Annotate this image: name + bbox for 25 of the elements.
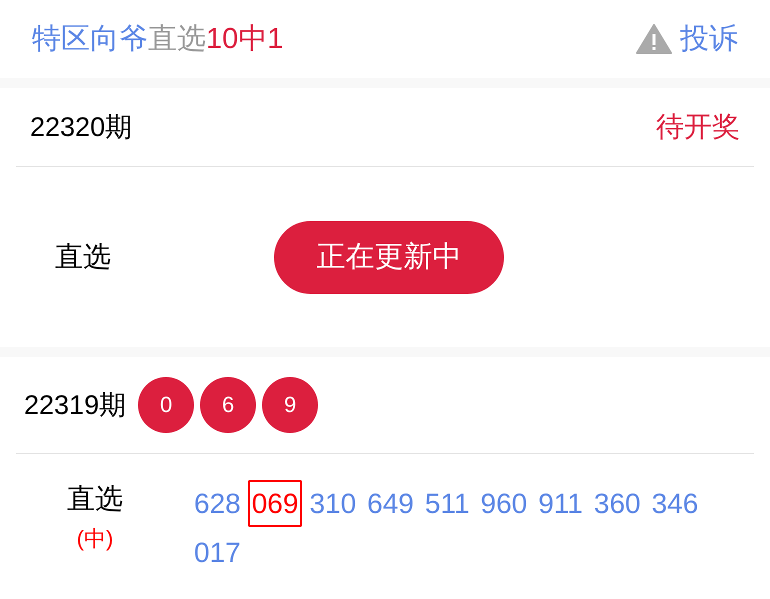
bet-type-label: 直选 <box>55 240 111 274</box>
pick-number: 310 <box>308 487 358 521</box>
pick-number: 911 <box>537 487 584 521</box>
pick-number: 511 <box>424 487 471 521</box>
complaint-link[interactable]: 投诉 <box>636 19 738 59</box>
pick-number: 017 <box>193 536 242 570</box>
pick-number: 360 <box>592 487 642 521</box>
pick-number: 628 <box>193 487 242 521</box>
pick-number: 649 <box>366 487 415 521</box>
hit-marker: (中) <box>76 525 114 553</box>
updating-button[interactable]: 正在更新中 <box>274 220 504 294</box>
draw-status: 待开奖 <box>656 110 740 144</box>
pick-number: 960 <box>480 487 528 521</box>
number-ball: 6 <box>200 377 256 433</box>
number-ball: 9 <box>262 377 318 433</box>
issue-number: 22319期 <box>24 389 126 422</box>
bet-type-label: 直选 <box>67 482 123 516</box>
title-part: 直选 <box>148 22 206 57</box>
number-ball: 0 <box>138 377 194 433</box>
issue-number: 22320期 <box>30 111 132 144</box>
warning-icon <box>636 24 672 54</box>
title-part: 10中1 <box>206 22 284 57</box>
pick-number: 346 <box>650 487 700 521</box>
pick-number: 069 <box>248 480 302 527</box>
title-part: 特区向爷 <box>32 22 148 57</box>
